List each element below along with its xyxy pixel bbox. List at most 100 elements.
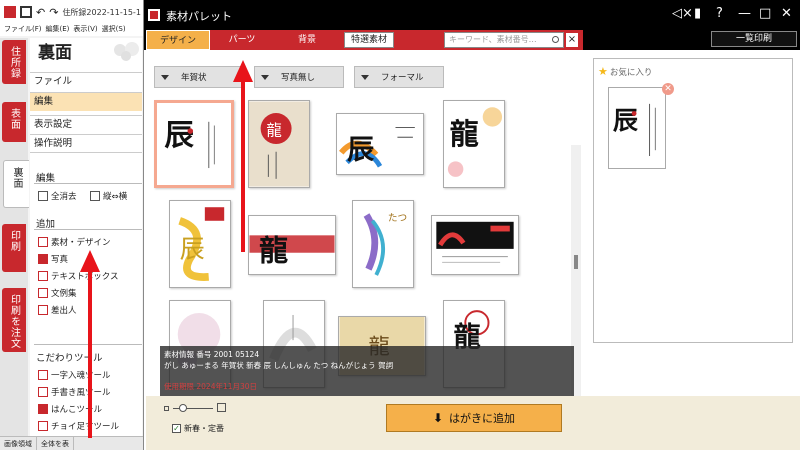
filter-no-photo[interactable]: 写真無し: [254, 66, 344, 88]
material-grid-area: 年賀状 写真無し フォーマル 辰 龍 辰 龍 辰 龍 たつ 龍 素材情報 番号 …: [146, 50, 583, 445]
thumbnail-art: [432, 216, 518, 274]
tab-address-book[interactable]: 住所録: [2, 40, 26, 84]
new-year-standard-label: 新春・定番: [184, 424, 224, 433]
app-menubar: ファイル(F) 編集(E) 表示(V) 選択(S): [0, 24, 150, 36]
app-title: 住所録2022-11-15-1: [62, 7, 141, 17]
material-design-icon: [38, 237, 48, 247]
tab-special-material[interactable]: 特選素材: [344, 32, 395, 48]
material-design-tool[interactable]: 素材・デザイン: [38, 236, 111, 248]
close-icon[interactable]: ✕: [781, 6, 792, 21]
menu-select[interactable]: 選択(S): [102, 24, 126, 36]
favorite-item[interactable]: 辰: [608, 87, 666, 169]
filter-formal[interactable]: フォーマル: [354, 66, 444, 88]
help-icon[interactable]: ?: [716, 6, 723, 21]
material-thumbnail[interactable]: 龍: [248, 100, 310, 188]
material-info-number: 素材情報 番号 2001 05124: [164, 350, 260, 359]
print-list-button[interactable]: 一覧印刷: [711, 31, 797, 47]
tab-design[interactable]: デザイン: [146, 30, 210, 50]
filter-no-photo-label: 写真無し: [281, 73, 316, 83]
material-thumbnail[interactable]: [431, 215, 519, 275]
section-divider: [34, 229, 142, 230]
sender-tool[interactable]: 差出人: [38, 304, 77, 316]
photo-tool[interactable]: 写真: [38, 253, 68, 265]
edit-section-label: 編集: [36, 173, 56, 184]
tab-order-print[interactable]: 印刷を注文: [2, 288, 26, 352]
palette-logo-icon: [148, 9, 160, 21]
menu-row-file[interactable]: ファイル: [30, 72, 142, 91]
undo-icon[interactable]: ↶: [36, 6, 45, 19]
thumbnail-art: たつ: [353, 201, 413, 287]
zoom-out-icon[interactable]: [164, 406, 169, 411]
material-thumbnail[interactable]: 辰: [336, 113, 424, 175]
search-input[interactable]: キーワード、素材番号…: [444, 32, 564, 48]
menu-row-edit[interactable]: 編集: [30, 92, 142, 111]
scrollbar-thumb[interactable]: [574, 255, 578, 269]
tab-address-book-label: 住所録: [8, 46, 20, 79]
tab-parts[interactable]: パーツ: [210, 30, 274, 50]
checkbox-checked-icon[interactable]: ✓: [172, 424, 181, 433]
annotation-arrow-up-left: [80, 250, 100, 438]
redo-icon[interactable]: ↷: [49, 6, 58, 19]
menu-view[interactable]: 表示(V): [73, 24, 97, 36]
svg-text:龍: 龍: [450, 117, 479, 151]
svg-text:辰: 辰: [347, 135, 374, 166]
photo-icon: [38, 254, 48, 264]
add-to-postcard-button[interactable]: ⬇ はがきに追加: [386, 404, 562, 432]
material-info-expiry: 使用期限 2024年11月30日: [164, 382, 258, 391]
svg-text:辰: 辰: [164, 117, 194, 152]
material-thumbnail[interactable]: 辰: [169, 200, 231, 288]
menu-file[interactable]: ファイル(F): [4, 24, 42, 36]
palette-bottom-bar: ✓ 新春・定番 ⬇ はがきに追加: [146, 396, 800, 450]
material-design-label: 素材・デザイン: [51, 238, 111, 248]
clear-all-icon: [38, 191, 48, 201]
clear-all-tool[interactable]: 全消去: [38, 190, 77, 202]
material-thumbnail[interactable]: 龍: [248, 215, 336, 275]
menu-row-help[interactable]: 操作説明: [30, 134, 142, 153]
filter-new-year-label: 年賀状: [181, 73, 207, 83]
search-icon: [552, 36, 559, 43]
sender-label: 差出人: [51, 306, 77, 316]
tab-front[interactable]: 表面: [2, 102, 26, 142]
thumbnail-art: 辰: [337, 114, 423, 174]
phrase-tool[interactable]: 文例集: [38, 287, 77, 299]
app-logo-icon: [4, 6, 16, 18]
remove-favorite-icon[interactable]: ✕: [662, 83, 674, 95]
favorites-panel: ★ お気に入り 辰 ✕: [593, 58, 793, 343]
palette-titlebar: 素材パレット ◁× ▮ ? — □ ✕: [144, 0, 800, 30]
material-thumbnail[interactable]: たつ: [352, 200, 414, 288]
tab-print[interactable]: 印刷: [2, 224, 26, 272]
menu-row-display-settings[interactable]: 表示設定: [30, 115, 142, 134]
svg-text:辰: 辰: [180, 235, 205, 264]
svg-text:たつ: たつ: [388, 213, 407, 224]
mute-icon[interactable]: ◁×: [672, 6, 693, 21]
svg-text:龍: 龍: [259, 233, 288, 267]
guide-icon[interactable]: ▮: [694, 6, 701, 21]
annotation-arrow-up-right: [233, 60, 253, 252]
zoom-in-icon[interactable]: [217, 403, 226, 412]
svg-text:辰: 辰: [613, 105, 639, 135]
rotate-label: 縦⇔横: [103, 192, 128, 202]
clear-search-button[interactable]: ×: [566, 33, 578, 47]
favorite-art: 辰: [609, 88, 665, 168]
save-icon[interactable]: [20, 6, 32, 18]
add-section-label: 追加: [36, 219, 56, 230]
menu-edit[interactable]: 編集(E): [46, 24, 70, 36]
material-thumbnail[interactable]: 辰: [154, 100, 234, 188]
minimize-icon[interactable]: —: [738, 6, 751, 21]
choi-tasu-icon: [38, 421, 48, 431]
material-thumbnail[interactable]: 龍: [443, 100, 505, 188]
thumbnail-art: 辰: [170, 201, 230, 287]
maximize-icon[interactable]: □: [759, 6, 771, 21]
phrase-label: 文例集: [51, 289, 77, 299]
tab-back[interactable]: 裏面: [3, 160, 29, 208]
material-info-keywords: がし あゅーまる 年賀状 新春 辰 しんしゅん たつ ねんがじょう 賀詞: [164, 361, 394, 370]
status-view-all[interactable]: 全体を表: [37, 437, 74, 450]
zoom-slider-knob[interactable]: [179, 404, 187, 412]
new-year-standard-checkbox[interactable]: ✓ 新春・定番: [172, 423, 224, 434]
tab-background[interactable]: 背景: [274, 30, 340, 50]
photo-label: 写真: [51, 255, 69, 265]
panel-title: 裏面: [38, 43, 72, 63]
rotate-tool[interactable]: 縦⇔横: [90, 190, 127, 202]
favorites-label-text: お気に入り: [609, 67, 653, 78]
section-divider: [34, 183, 142, 184]
